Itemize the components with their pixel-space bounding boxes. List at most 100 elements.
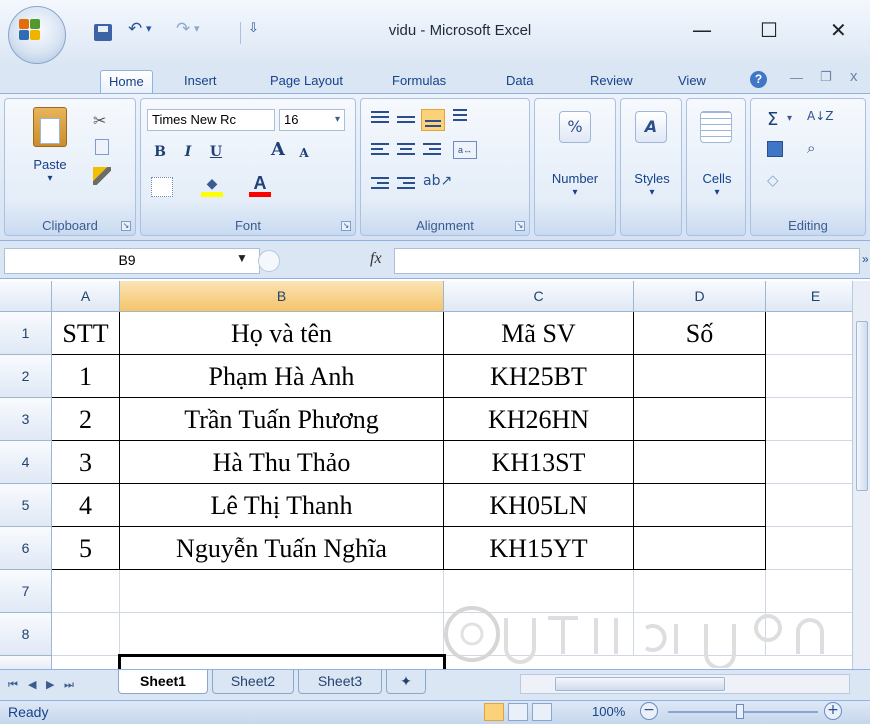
- find-select-icon[interactable]: ⌕: [807, 139, 815, 157]
- align-top-icon[interactable]: [371, 111, 389, 127]
- minimize-button[interactable]: —: [692, 18, 712, 42]
- formula-bar-handle-icon[interactable]: [258, 250, 280, 272]
- cut-icon[interactable]: ✂: [93, 111, 106, 130]
- underline-button[interactable]: U: [205, 141, 227, 163]
- table-cell[interactable]: Trần Tuấn Phương: [120, 398, 444, 441]
- italic-button[interactable]: I: [177, 141, 199, 163]
- table-cell[interactable]: 2: [52, 398, 120, 441]
- table-cell[interactable]: [52, 613, 120, 656]
- redo-dropdown-icon[interactable]: ▾: [194, 22, 200, 35]
- first-sheet-icon[interactable]: ⏮: [8, 678, 18, 692]
- paste-button[interactable]: Paste: [15, 157, 85, 172]
- number-button[interactable]: Number: [537, 171, 613, 186]
- undo-icon[interactable]: ↶: [128, 19, 142, 39]
- table-cell[interactable]: [766, 398, 852, 441]
- active-cell-b9[interactable]: [118, 654, 446, 669]
- tab-data[interactable]: Data: [498, 70, 541, 94]
- maximize-button[interactable]: ☐: [760, 18, 778, 42]
- column-header-e[interactable]: E: [766, 281, 852, 312]
- column-header-b[interactable]: B: [120, 281, 444, 312]
- merge-center-icon[interactable]: a↔: [453, 141, 477, 159]
- table-cell[interactable]: [634, 613, 766, 656]
- format-painter-icon[interactable]: [93, 167, 111, 185]
- table-cell[interactable]: KH15YT: [444, 527, 634, 570]
- vertical-scrollbar[interactable]: [852, 281, 870, 669]
- text-orientation-icon[interactable]: ab↗: [423, 173, 452, 189]
- table-cell[interactable]: [766, 527, 852, 570]
- table-cell[interactable]: Lê Thị Thanh: [120, 484, 444, 527]
- save-icon[interactable]: [94, 24, 112, 41]
- table-cell[interactable]: [766, 355, 852, 398]
- table-cell[interactable]: Họ và tên: [120, 312, 444, 355]
- ribbon-minimize-icon[interactable]: —: [790, 70, 803, 85]
- tab-review[interactable]: Review: [582, 70, 641, 94]
- table-cell[interactable]: [766, 441, 852, 484]
- sheet-tab-sheet2[interactable]: Sheet2: [212, 670, 294, 694]
- table-cell[interactable]: [634, 527, 766, 570]
- close-button[interactable]: ✕: [830, 18, 847, 42]
- table-cell[interactable]: [120, 613, 444, 656]
- table-cell[interactable]: [634, 570, 766, 613]
- row-header[interactable]: 4: [0, 441, 52, 484]
- customize-qat-icon[interactable]: ⇩: [248, 21, 259, 36]
- borders-icon[interactable]: [151, 177, 173, 197]
- autosum-icon[interactable]: Σ: [767, 109, 778, 130]
- increase-indent-icon[interactable]: [397, 177, 415, 193]
- table-cell[interactable]: [766, 613, 852, 656]
- shrink-font-button[interactable]: A: [293, 142, 315, 164]
- next-sheet-icon[interactable]: ▶: [46, 678, 54, 691]
- name-box-dropdown-icon[interactable]: ▼: [236, 251, 248, 265]
- row-header[interactable]: 6: [0, 527, 52, 570]
- normal-view-icon[interactable]: [484, 703, 504, 721]
- insert-function-icon[interactable]: fx: [370, 250, 382, 268]
- insert-sheet-icon[interactable]: ✦: [386, 670, 426, 694]
- tab-formulas[interactable]: Formulas: [384, 70, 454, 94]
- sheet-tab-sheet1[interactable]: Sheet1: [118, 670, 208, 694]
- table-cell[interactable]: Hà Thu Thảo: [120, 441, 444, 484]
- table-cell[interactable]: Nguyễn Tuấn Nghĩa: [120, 527, 444, 570]
- paste-dropdown-icon[interactable]: ▾: [15, 173, 85, 184]
- table-cell[interactable]: KH13ST: [444, 441, 634, 484]
- sheet-tab-sheet3[interactable]: Sheet3: [298, 670, 382, 694]
- clear-icon[interactable]: ◇: [767, 171, 779, 189]
- align-center-icon[interactable]: [397, 143, 415, 159]
- styles-button[interactable]: Styles: [623, 171, 681, 186]
- font-launcher-icon[interactable]: ↘: [341, 221, 351, 231]
- row-header[interactable]: [0, 656, 52, 669]
- clipboard-launcher-icon[interactable]: ↘: [121, 221, 131, 231]
- column-header-c[interactable]: C: [444, 281, 634, 312]
- zoom-level[interactable]: 100%: [592, 704, 625, 719]
- table-cell[interactable]: 1: [52, 355, 120, 398]
- paste-icon[interactable]: [33, 107, 67, 147]
- table-cell[interactable]: [634, 355, 766, 398]
- orientation-icon[interactable]: [453, 109, 471, 125]
- align-left-icon[interactable]: [371, 143, 389, 159]
- zoom-in-button[interactable]: +: [824, 702, 842, 720]
- table-cell[interactable]: [634, 484, 766, 527]
- table-cell[interactable]: STT: [52, 312, 120, 355]
- zoom-out-button[interactable]: −: [640, 702, 658, 720]
- vertical-scroll-thumb[interactable]: [856, 321, 868, 491]
- table-cell[interactable]: Mã SV: [444, 312, 634, 355]
- font-size-dropdown-icon[interactable]: ▾: [335, 110, 340, 130]
- table-cell[interactable]: [444, 613, 634, 656]
- table-cell[interactable]: KH26HN: [444, 398, 634, 441]
- row-header[interactable]: 5: [0, 484, 52, 527]
- table-cell[interactable]: KH05LN: [444, 484, 634, 527]
- table-cell[interactable]: KH25BT: [444, 355, 634, 398]
- table-cell[interactable]: [634, 398, 766, 441]
- column-header-a[interactable]: A: [52, 281, 120, 312]
- undo-dropdown-icon[interactable]: ▾: [146, 22, 152, 35]
- cells-dropdown-icon[interactable]: ▾: [689, 187, 745, 198]
- tab-view[interactable]: View: [670, 70, 714, 94]
- page-break-view-icon[interactable]: [532, 703, 552, 721]
- column-header-d[interactable]: D: [634, 281, 766, 312]
- align-bottom-icon[interactable]: [421, 109, 445, 131]
- table-cell[interactable]: [766, 312, 852, 355]
- help-icon[interactable]: ?: [750, 71, 767, 88]
- ribbon-close-icon[interactable]: x: [850, 68, 858, 85]
- horizontal-scrollbar[interactable]: [520, 674, 850, 694]
- table-cell[interactable]: Phạm Hà Anh: [120, 355, 444, 398]
- table-cell[interactable]: [766, 570, 852, 613]
- select-all-corner[interactable]: [0, 281, 52, 312]
